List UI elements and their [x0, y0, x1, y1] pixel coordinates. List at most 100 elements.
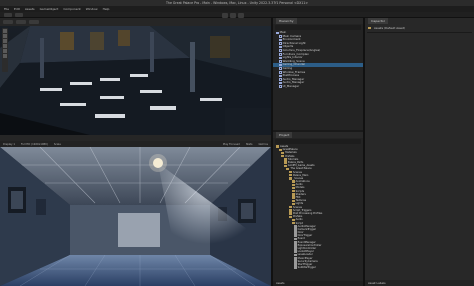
- scene-render: [0, 18, 271, 135]
- project-item-label: SubtitleTrigger: [297, 266, 316, 270]
- game-render: [0, 135, 271, 286]
- folder-icon: [291, 186, 295, 190]
- gameobject-icon: [279, 85, 282, 88]
- transform-tool-icon[interactable]: [3, 54, 7, 58]
- asset-labels-bar: Asset Labels: [365, 280, 474, 286]
- rect-tool-icon[interactable]: [3, 49, 7, 53]
- menu-edit[interactable]: Edit: [14, 7, 20, 11]
- folder-icon: [291, 196, 295, 199]
- game-toolbar: Display 1 Full HD (1920x1080) Scale Play…: [0, 141, 271, 147]
- menu-assets[interactable]: Assets: [25, 7, 35, 11]
- folder-icon: [368, 26, 371, 30]
- folder-icon: [291, 183, 295, 187]
- hierarchy-tab[interactable]: Hierarchy: [276, 18, 297, 24]
- cloud-button[interactable]: [15, 12, 23, 17]
- folder-icon: [276, 145, 279, 148]
- folder-icon: [283, 164, 287, 167]
- folder-icon: [289, 174, 292, 177]
- play-button[interactable]: [222, 12, 228, 18]
- folder-icon: [286, 167, 290, 171]
- gameobject-icon: [279, 81, 282, 85]
- folder-icon: [289, 170, 292, 174]
- gameobject-icon: [279, 67, 282, 71]
- folder-icon: [291, 180, 295, 183]
- hand-tool-icon[interactable]: [3, 29, 7, 33]
- folder-icon: [283, 161, 287, 164]
- folder-icon: [291, 199, 295, 202]
- inspector-asset-header: Assets (Default Asset): [365, 24, 474, 32]
- account-button[interactable]: [4, 12, 12, 17]
- menu-help[interactable]: Help: [103, 7, 110, 11]
- vertical-splitter[interactable]: [271, 18, 273, 286]
- gameobject-icon: [279, 56, 282, 60]
- pivot-toggle[interactable]: [16, 20, 26, 24]
- scene-toolbar: [0, 18, 271, 26]
- project-item[interactable]: SubtitleTrigger: [273, 266, 363, 269]
- tool-palette: [2, 28, 8, 72]
- vertical-splitter-2[interactable]: [363, 18, 365, 286]
- gizmos-button[interactable]: Gizmos: [258, 143, 268, 146]
- scale-tool-icon[interactable]: [3, 44, 7, 48]
- inspector-tab[interactable]: Inspector: [368, 18, 388, 24]
- inspector-divider: [367, 32, 472, 33]
- folder-icon: [291, 218, 295, 222]
- gameobject-icon: [279, 60, 282, 63]
- folder-icon: [291, 190, 295, 193]
- folder-icon: [289, 215, 292, 218]
- gameobject-icon: [279, 49, 282, 53]
- aspect-dropdown[interactable]: Full HD (1920x1080): [21, 143, 48, 146]
- global-toggle[interactable]: [29, 20, 39, 24]
- folder-icon: [289, 212, 292, 215]
- hierarchy-header: Hierarchy: [273, 18, 363, 24]
- asset-labels-text: Asset Labels: [368, 281, 386, 285]
- gameobject-icon: [279, 38, 282, 42]
- folder-icon: [281, 151, 285, 155]
- folder-icon: [289, 205, 292, 209]
- display-dropdown[interactable]: Display 1: [3, 143, 15, 146]
- menu-file[interactable]: File: [4, 7, 9, 11]
- project-header: Project: [273, 132, 363, 138]
- hierarchy-search-input[interactable]: [275, 25, 361, 30]
- gameobject-icon: [279, 45, 282, 49]
- menu-window[interactable]: Window: [86, 7, 98, 11]
- gameobject-icon: [279, 71, 282, 74]
- scene-view[interactable]: [0, 18, 271, 135]
- gameobject-icon: [279, 74, 282, 78]
- project-panel: Project Assets GreatPalace Materials Prefab…: [273, 132, 363, 286]
- menu-component[interactable]: Component: [63, 7, 80, 11]
- stats-button[interactable]: Stats: [246, 143, 253, 146]
- play-focused-dropdown[interactable]: Play Focused: [223, 143, 240, 146]
- gameobject-icon: [279, 42, 282, 45]
- project-tab[interactable]: Project: [276, 132, 293, 138]
- menu-gameobject[interactable]: GameObject: [40, 7, 59, 11]
- folder-icon: [289, 177, 292, 180]
- pause-button[interactable]: [230, 12, 236, 18]
- gameobject-icon: [276, 31, 279, 35]
- project-footer: Assets: [273, 281, 363, 286]
- game-view[interactable]: Display 1 Full HD (1920x1080) Scale Play…: [0, 135, 271, 286]
- hierarchy-panel: Hierarchy Main Main Camera Environment Dire…: [273, 18, 363, 130]
- move-tool-icon[interactable]: [3, 34, 7, 38]
- gameobject-icon: [279, 53, 282, 56]
- hierarchy-tree: Main Main Camera Environment Directional Li…: [273, 30, 363, 89]
- project-search-input[interactable]: [275, 139, 361, 144]
- hierarchy-item[interactable]: UI_Manager: [273, 83, 363, 89]
- inspector-panel: Inspector Assets (Default Asset) Asset L…: [365, 18, 474, 286]
- gameobject-icon: [279, 35, 282, 38]
- scale-slider[interactable]: Scale: [54, 143, 61, 146]
- folder-icon: [289, 209, 292, 212]
- project-footer-path: Assets: [276, 282, 285, 285]
- gameobject-icon: [279, 63, 282, 67]
- step-button[interactable]: [238, 12, 244, 18]
- hierarchy-item-label: UI_Manager: [282, 83, 300, 88]
- folder-icon: [291, 193, 295, 196]
- script-icon: [294, 266, 297, 270]
- folder-icon: [278, 148, 282, 151]
- folder-icon: [281, 154, 285, 158]
- project-tree: Assets GreatPalace Materials Prefabs Tutoria…: [273, 145, 363, 269]
- inspector-asset-title: Assets (Default Asset): [374, 26, 405, 30]
- scene-tab[interactable]: [3, 20, 13, 24]
- folder-icon: [283, 158, 287, 161]
- rotate-tool-icon[interactable]: [3, 39, 7, 43]
- gameobject-icon: [279, 78, 282, 81]
